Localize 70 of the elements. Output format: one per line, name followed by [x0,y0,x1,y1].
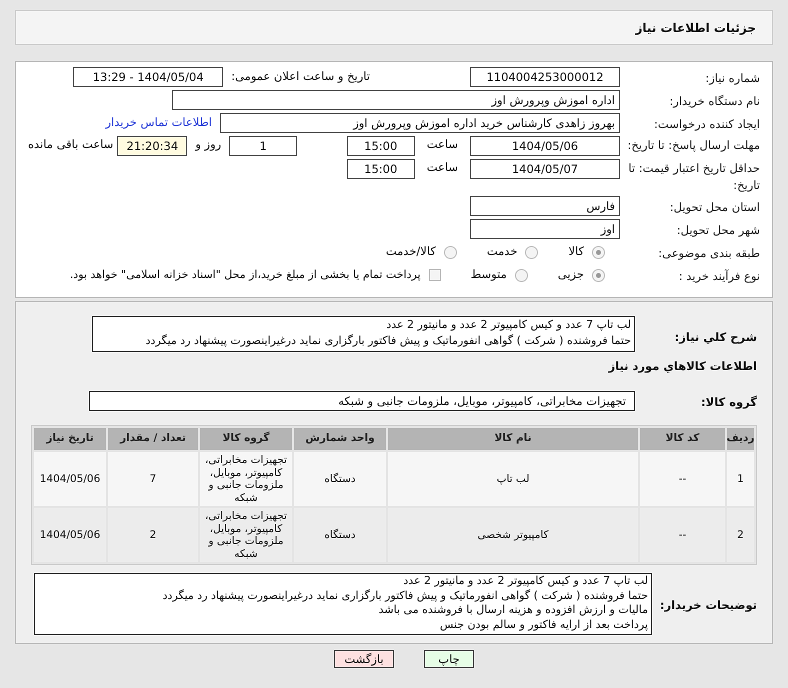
column-header: نام کالا [388,428,638,450]
table-cell: 1404/05/06 [34,452,106,506]
radio-label: جزیی [558,266,584,284]
table-cell: 2 [108,508,198,562]
checkbox[interactable] [428,269,441,281]
buyer-notes-area[interactable]: لب تاپ 7 عدد و کیس کامپیوتر 2 عدد و مانیتور 2 عدد حتما فروشنده ( شرکت ) گواهی انفورماتیک و پیش فاکتور بارگزاری نماید درغیراینصورت پیشنهاد رد میگردد مالیات و ارزش افزوده و هزینه ارسال با فروشنده می باشد پرداخت بعد از ارایه فاکتور و سالم بودن جنس [34,573,652,635]
field-label: استان محل تحویل: [670,200,760,214]
print-button[interactable]: چاپ [424,650,474,668]
column-header: تاریخ نیاز [34,428,106,450]
table-cell: دستگاه [294,452,386,506]
table-cell: کامپیوتر شخصی [388,508,638,562]
text-field[interactable]: 1404/05/06 [470,136,620,156]
text-field[interactable]: 15:00 [346,136,415,156]
payment-note: پرداخت تمام یا بخشی از مبلغ خرید،از محل "اسناد خزانه اسلامی" خواهد بود. [70,266,421,283]
field-label: ساعت باقی مانده [28,136,114,153]
radio-label: متوسط [470,266,507,284]
radio-button[interactable] [592,246,605,258]
countdown-field[interactable]: 21:20:34 [117,136,188,156]
table-cell: دستگاه [294,508,386,562]
description-area[interactable]: لب تاپ 7 عدد و کیس کامپیوتر 2 عدد و مانیتور 2 عدد حتما فروشنده ( شرکت ) گواهی انفورماتیک و پیش فاکتور بارگزاری نماید درغیراینصورت پیشنهاد رد میگردد [92,316,635,352]
column-header: گروه کالا [200,428,292,450]
text-field[interactable]: 1404/05/04 - 13:29 [73,67,224,87]
text-field[interactable]: اداره اموزش وپرورش اوز [172,90,620,110]
field-label: مهلت ارسال پاسخ: تا تاریخ: [627,138,760,152]
field-label: روز و [195,136,222,153]
back-button[interactable]: بازگشت [334,650,394,668]
field-label: توضیحات خریدار: [660,598,757,612]
radio-button[interactable] [444,246,457,258]
text-field[interactable]: فارس [470,196,620,216]
table-cell: 1 [727,452,754,506]
column-header: واحد شمارش [294,428,386,450]
field-label: طبقه بندی موضوعی: [658,246,760,260]
field-label: ایجاد کننده درخواست: [654,116,760,130]
field-label: شرح كلي نياز: [674,330,757,344]
table-cell: تجهیزات مخابراتی، کامپیوتر، موبایل، ملزومات جانبی و شبکه [200,452,292,506]
field-label: ساعت [426,136,458,153]
table-cell: لب تاپ [388,452,638,506]
field-label: شماره نیاز: [705,70,760,84]
text-field[interactable]: 15:00 [346,159,415,179]
radio-button[interactable] [514,268,528,282]
radio-button[interactable] [525,246,538,258]
text-field[interactable]: اوز [470,219,620,239]
text-field[interactable]: 1104004253000012 [470,67,620,87]
radio-label: خدمت [486,243,518,260]
table-cell: -- [640,452,725,506]
text-field[interactable]: بهروز زاهدی کارشناس خرید اداره اموزش وپرورش اوز [220,113,620,133]
table-cell: -- [640,508,725,562]
section-title: اطلاعات كالاهاي مورد نياز [608,359,757,373]
page-title: جزئیات اطلاعات نیاز [635,20,756,36]
field-label: حداقل تاریخ اعتبار قیمت: تا تاریخ: [628,161,760,192]
field-label: شهر محل تحویل: [676,222,760,236]
radio-label: کالا/خدمت [386,243,436,260]
text-field[interactable]: 1 [229,136,298,156]
radio-button[interactable] [592,268,605,282]
field-label: تاریخ و ساعت اعلان عمومی: [231,68,370,86]
column-header: کد کالا [640,428,725,450]
table-cell: 1404/05/06 [34,508,106,562]
table-cell: تجهیزات مخابراتی، کامپیوتر، موبایل، ملزومات جانبی و شبکه [200,508,292,562]
goods-group-field[interactable]: تجهیزات مخابراتی، کامپیوتر، موبایل، ملزومات جانبی و شبکه [89,391,635,411]
field-label: نوع فرآیند خرید : [678,268,760,282]
table-cell: 2 [727,508,754,562]
field-label: نام دستگاه خریدار: [669,94,760,108]
column-header: تعداد / مقدار [108,428,198,450]
field-label: گروه کالا: [701,395,757,409]
field-label: ساعت [426,159,458,176]
column-header: ردیف [727,428,754,450]
table-cell: 7 [108,452,198,506]
text-field[interactable]: 1404/05/07 [470,159,620,179]
contact-link[interactable]: اطلاعات تماس خریدار [105,114,212,132]
radio-label: کالا [568,243,584,260]
